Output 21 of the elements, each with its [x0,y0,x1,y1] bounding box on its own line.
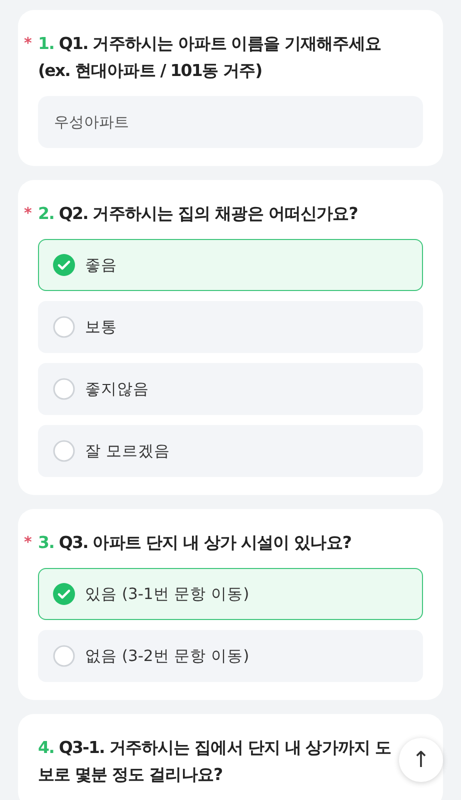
option[interactable]: 좋음 [38,239,423,291]
option[interactable]: 있음 (3-1번 문항 이동) [38,568,423,620]
option[interactable]: 좋지않음 [38,363,423,415]
required-mark: * [24,532,31,553]
radio-icon[interactable] [53,645,75,667]
radio-icon[interactable] [53,440,75,462]
option-label: 잘 모르겠음 [85,440,170,462]
option-label: 좋지않음 [85,378,149,400]
required-mark: * [24,203,31,224]
option-label: 좋음 [85,254,117,276]
required-mark: * [24,33,31,54]
option[interactable]: 잘 모르겠음 [38,425,423,477]
answer-field[interactable]: 우성아파트 [38,96,423,148]
radio-icon[interactable] [53,316,75,338]
radio-icon[interactable] [53,378,75,400]
question-title: 4. Q3-1. 거주하시는 집에서 단지 내 상가까지 도보로 몇분 정도 걸리나요? [38,737,392,786]
option-label: 있음 (3-1번 문항 이동) [85,584,250,604]
option-label: 없음 (3-2번 문항 이동) [85,646,250,666]
option[interactable]: 없음 (3-2번 문항 이동) [38,630,423,682]
option-label: 보통 [85,316,117,338]
option[interactable]: 보통 [38,301,423,353]
